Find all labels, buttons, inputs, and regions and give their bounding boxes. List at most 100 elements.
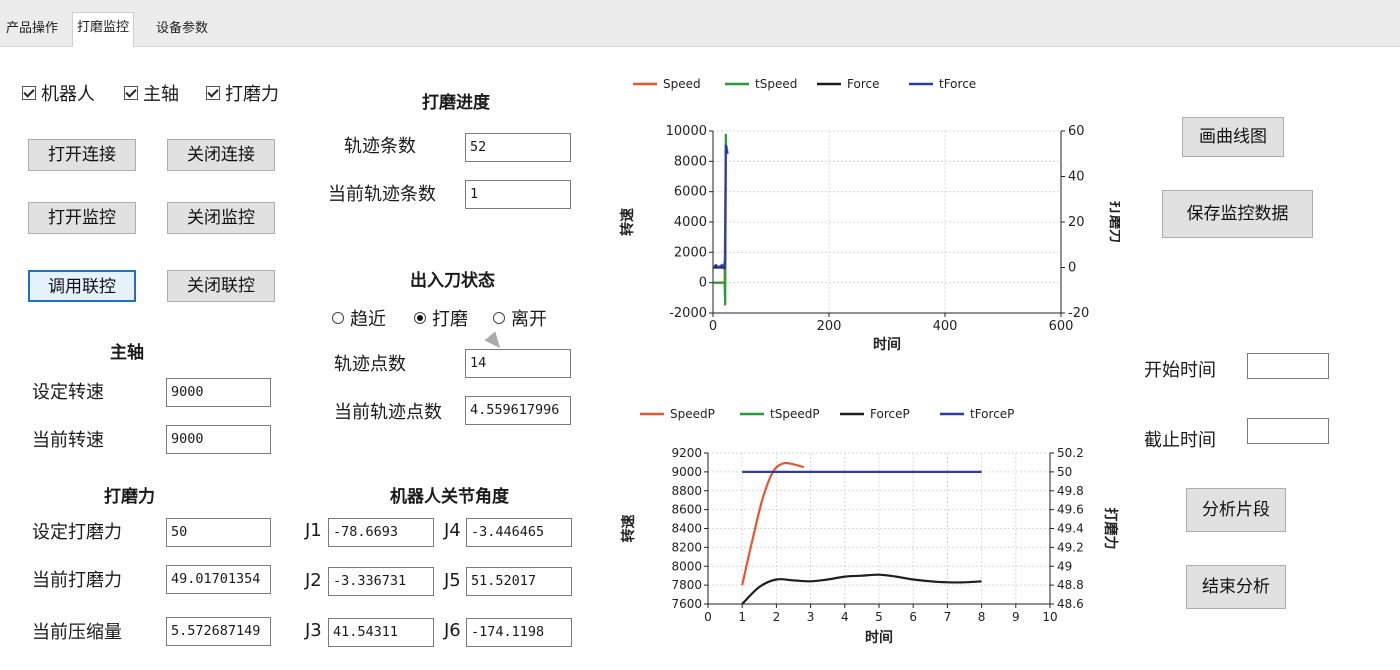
close-monitor-button[interactable]: 关闭监控 <box>167 202 275 234</box>
traj-points-input[interactable]: 14 <box>465 349 571 378</box>
x-tick-label: 200 <box>817 319 842 334</box>
compression-input[interactable]: 5.572687149 <box>166 617 271 646</box>
save-monitor-data-button[interactable]: 保存监控数据 <box>1162 190 1313 238</box>
x-tick-label: 600 <box>1049 319 1074 334</box>
chart-monitor: Speed tSpeed Force tForce0 200 400 600-2000020… <box>619 77 1120 353</box>
current-traj-points-label: 当前轨迹点数 <box>334 402 442 423</box>
set-force-input[interactable]: 50 <box>166 518 271 547</box>
current-speed-input[interactable]: 9000 <box>166 425 271 454</box>
current-force-input[interactable]: 49.01701354 <box>166 565 271 594</box>
y2-tick-label: 40 <box>1068 170 1085 185</box>
current-traj-label: 当前轨迹条数 <box>328 184 436 205</box>
j3-label: J3 <box>305 620 322 641</box>
current-speed-label: 当前转速 <box>32 430 104 451</box>
radio-leave[interactable]: 离开 <box>493 305 547 331</box>
j2-label: J2 <box>305 570 322 591</box>
y-tick-label: 2000 <box>674 245 707 260</box>
y2-tick-label: 48.6 <box>1057 597 1084 611</box>
set-speed-label: 设定转速 <box>32 382 104 403</box>
j6-label: J6 <box>444 620 461 641</box>
y2-tick-label: 50.2 <box>1057 446 1084 460</box>
j4-input[interactable]: -3.446465 <box>466 518 572 547</box>
end-analysis-button[interactable]: 结束分析 <box>1186 565 1286 609</box>
end-time-label: 截止时间 <box>1144 430 1216 451</box>
tab-grinding-monitor[interactable]: 打磨监控 <box>72 12 135 47</box>
y-tick-label: 7800 <box>671 578 702 592</box>
legend-label: tSpeed <box>755 77 797 91</box>
checkbox-spindle[interactable]: 主轴 <box>124 80 179 106</box>
x-tick-label: 1 <box>738 610 746 624</box>
start-time-input[interactable] <box>1247 353 1329 379</box>
tab-device-params[interactable]: 设备参数 <box>152 14 212 44</box>
checkbox-force[interactable]: 打磨力 <box>206 80 279 106</box>
j5-input[interactable]: 51.52017 <box>466 567 572 596</box>
x-tick-label: 3 <box>807 610 815 624</box>
tool-state-title: 出入刀状态 <box>410 271 495 291</box>
legend-label: tForceP <box>970 407 1014 421</box>
radio-approach[interactable]: 趋近 <box>332 305 386 331</box>
legend-label: SpeedP <box>670 407 715 421</box>
current-traj-points-input[interactable]: 4.559617996 <box>465 396 571 425</box>
analyze-segment-button[interactable]: 分析片段 <box>1186 488 1286 532</box>
checkbox-robot-label: 机器人 <box>41 84 95 105</box>
y-tick-label: 7600 <box>671 597 702 611</box>
set-speed-input[interactable]: 9000 <box>166 378 271 407</box>
y-tick-label: 10000 <box>666 124 707 139</box>
open-monitor-button[interactable]: 打开监控 <box>28 202 136 234</box>
checkbox-force-label: 打磨力 <box>225 84 279 105</box>
joints-title: 机器人关节角度 <box>390 487 509 507</box>
y2-tick-label: -20 <box>1068 306 1089 321</box>
tab-product-ops[interactable]: 产品操作 <box>2 14 62 44</box>
y-tick-label: -2000 <box>669 306 707 321</box>
radio-leave-label: 离开 <box>511 309 547 330</box>
force-title: 打磨力 <box>104 487 155 507</box>
x-tick-label: 0 <box>709 319 717 334</box>
y-tick-label: 8800 <box>671 484 702 498</box>
checkbox-checked-icon <box>206 86 220 100</box>
series-line-ForceP <box>741 573 982 605</box>
y-tick-label: 8000 <box>671 559 702 573</box>
y2-tick-label: 60 <box>1068 124 1085 139</box>
draw-curve-button[interactable]: 画曲线图 <box>1182 117 1284 157</box>
y-tick-label: 8600 <box>671 503 702 517</box>
current-force-label: 当前打磨力 <box>32 570 122 591</box>
x-tick-label: 2 <box>773 610 781 624</box>
j1-input[interactable]: -78.6693 <box>328 518 434 547</box>
y2-tick-label: 49.6 <box>1057 503 1084 517</box>
y-tick-label: 6000 <box>674 185 707 200</box>
x-tick-label: 400 <box>933 319 958 334</box>
current-traj-input[interactable]: 1 <box>465 180 571 209</box>
y2-axis-title: 打磨力 <box>1107 201 1120 243</box>
j3-input[interactable]: 41.54311 <box>328 618 434 647</box>
y-tick-label: 9000 <box>671 465 702 479</box>
spindle-title: 主轴 <box>110 343 144 363</box>
x-tick-label: 5 <box>875 610 883 624</box>
y-tick-label: 8000 <box>674 154 707 169</box>
traj-count-input[interactable]: 52 <box>465 133 571 162</box>
tab-bar: 产品操作 打磨监控 设备参数 <box>0 0 1400 47</box>
y2-axis-title: 打磨力 <box>1102 508 1119 550</box>
j6-input[interactable]: -174.1198 <box>466 618 572 647</box>
progress-title: 打磨进度 <box>422 93 490 113</box>
open-connection-button[interactable]: 打开连接 <box>28 139 136 171</box>
call-linkage-button[interactable]: 调用联控 <box>28 270 136 302</box>
compression-label: 当前压缩量 <box>32 622 122 643</box>
legend-label: tSpeedP <box>770 407 820 421</box>
j2-input[interactable]: -3.336731 <box>328 567 434 596</box>
y-axis-title: 转速 <box>620 515 637 543</box>
radio-grinding[interactable]: 打磨 <box>414 305 468 331</box>
y-tick-label: 9200 <box>671 446 702 460</box>
close-linkage-button[interactable]: 关闭联控 <box>167 270 275 302</box>
x-tick-label: 7 <box>944 610 952 624</box>
start-time-label: 开始时间 <box>1144 360 1216 381</box>
y2-tick-label: 50 <box>1057 465 1072 479</box>
checkbox-robot[interactable]: 机器人 <box>22 80 95 106</box>
radio-on-icon <box>414 312 426 324</box>
radio-approach-label: 趋近 <box>350 309 386 330</box>
close-connection-button[interactable]: 关闭连接 <box>167 139 275 171</box>
y-axis-title: 转速 <box>619 208 636 236</box>
y-tick-label: 8400 <box>671 522 702 536</box>
end-time-input[interactable] <box>1247 418 1329 444</box>
traj-points-label: 轨迹点数 <box>334 354 406 375</box>
radio-grinding-label: 打磨 <box>432 309 468 330</box>
